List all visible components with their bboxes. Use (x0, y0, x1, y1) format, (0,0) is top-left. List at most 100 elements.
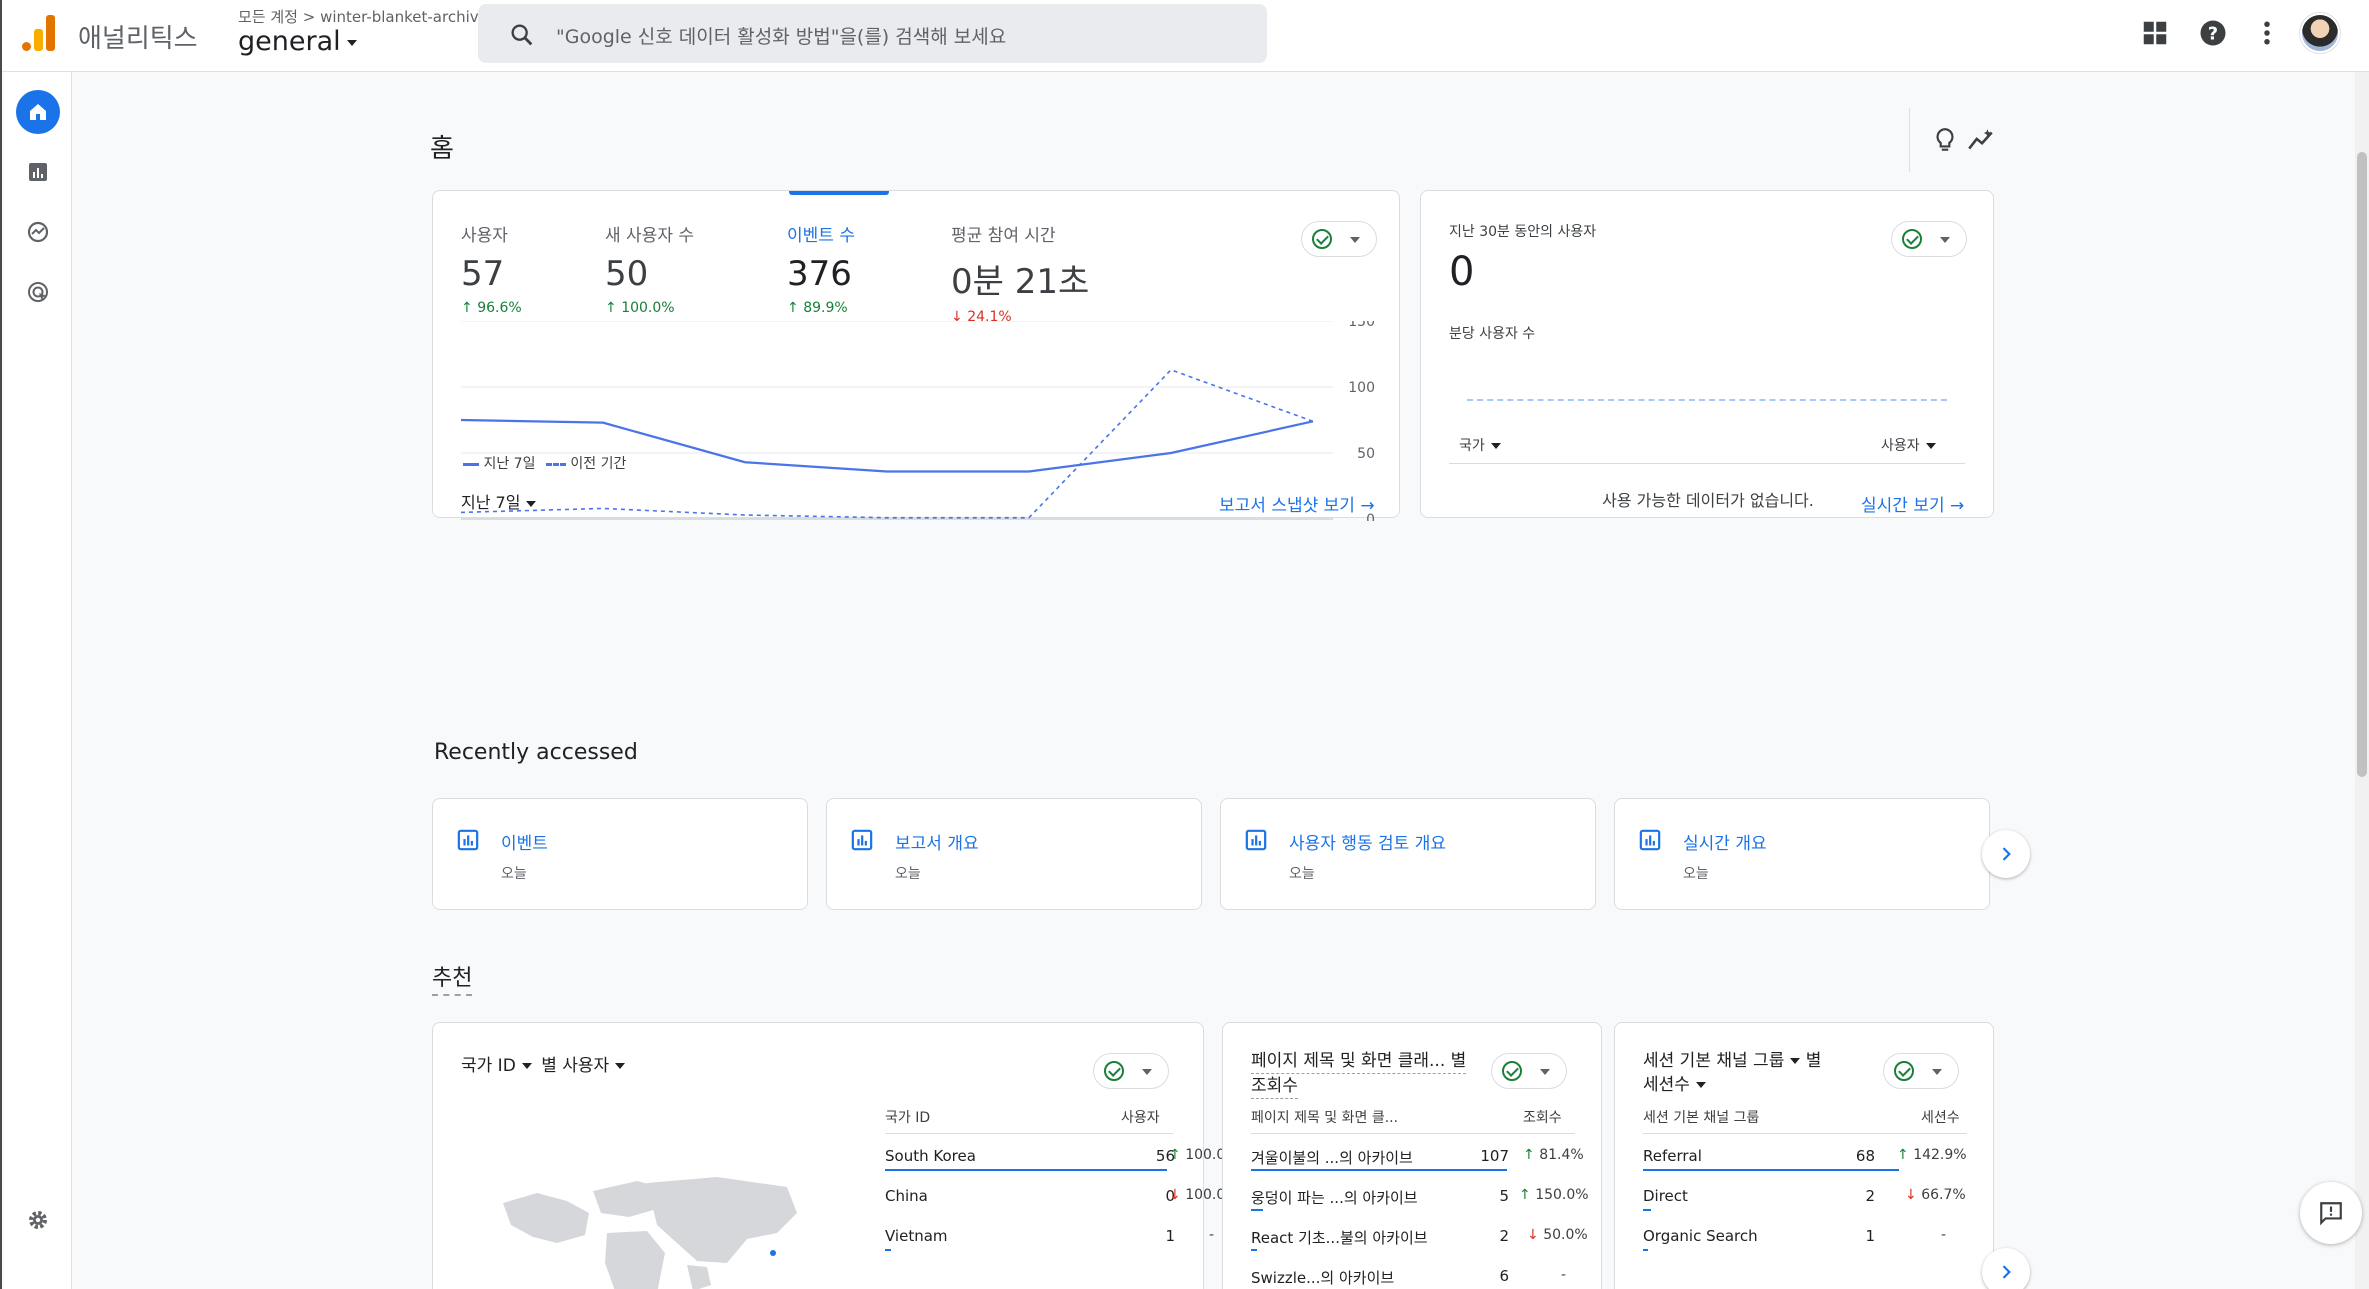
chevron-down-icon (1350, 237, 1360, 243)
nav-advertising[interactable] (16, 270, 60, 314)
overview-card: 사용자 57 ↑ 96.6% 새 사용자 수 50 ↑ 100.0% 이벤트 수… (432, 190, 1400, 521)
y-tick-label: 50 (1357, 446, 1375, 462)
country-insight-button[interactable] (1093, 1053, 1169, 1089)
row-value: 1 (1865, 1227, 1875, 1245)
report-icon (1245, 829, 1267, 851)
table-row[interactable]: React 기초...불의 아카이브 (1251, 1227, 1428, 1248)
apps-grid-icon[interactable] (2140, 18, 2170, 48)
avatar[interactable] (2300, 13, 2340, 53)
row-change: ↑ 142.9% (1897, 1147, 1967, 1163)
svg-text:?: ? (2208, 24, 2218, 44)
row-value: 1 (1165, 1227, 1175, 1245)
more-vert-icon[interactable] (2252, 18, 2282, 48)
table-row[interactable]: Vietnam (885, 1227, 948, 1245)
main-content: 홈 사용자 57 ↑ 96.6% 새 사용자 수 50 ↑ 100.0% 이벤트… (72, 72, 2357, 1289)
metric-value: 57 (461, 254, 505, 294)
realtime-link-label: 실시간 보기 (1861, 496, 1945, 516)
scroll-thumb[interactable] (2357, 152, 2367, 777)
app-frame: 애널리틱스 모든 계정 > winter-blanket-archive gen… (0, 0, 2369, 1289)
recent-next-button[interactable] (1982, 830, 2030, 878)
metric-change: ↑ 89.9% (787, 300, 848, 316)
report-icon (851, 829, 873, 851)
nav-reports[interactable] (16, 150, 60, 194)
metric-change: ↑ 100.0% (605, 300, 675, 316)
row-change: ↓ 50.0% (1527, 1227, 1588, 1243)
metric-label: 평균 참여 시간 (951, 226, 1056, 246)
table-row[interactable]: China (885, 1187, 928, 1205)
realtime-insight-button[interactable] (1891, 221, 1967, 257)
channel-insight-button[interactable] (1883, 1053, 1959, 1089)
left-nav (4, 72, 72, 1289)
chevron-down-icon (1790, 1058, 1801, 1064)
scrollbar[interactable] (2355, 72, 2369, 1289)
row-value: 2 (1499, 1227, 1509, 1245)
explore-icon (27, 221, 49, 243)
row-value: 2 (1865, 1187, 1875, 1205)
card-title[interactable]: 페이지 제목 및 화면 클래... 별 조회수 (1251, 1049, 1467, 1099)
per-minute-label: 분당 사용자 수 (1449, 326, 1536, 342)
nav-explore[interactable] (16, 210, 60, 254)
report-icon (1639, 829, 1661, 851)
search-icon (511, 24, 533, 46)
top-bar: 애널리틱스 모든 계정 > winter-blanket-archive gen… (2, 0, 2369, 72)
card-title-suffix: 별 (1805, 1051, 1822, 1071)
search-bar[interactable]: "Google 신호 데이터 활성화 방법"을(를) 검색해 보세요 (478, 4, 1267, 63)
nav-admin[interactable] (16, 1198, 60, 1242)
date-range-selector[interactable]: 지난 7일 (461, 489, 537, 513)
insight-menu-button[interactable] (1301, 221, 1377, 257)
row-bar (1643, 1209, 1651, 1211)
recent-item-time: 오늘 (1683, 866, 1709, 882)
table-row[interactable]: Swizzle...의 아카이브 (1251, 1267, 1394, 1288)
account-selector[interactable]: general (238, 26, 357, 57)
recent-item-user-behavior[interactable]: 사용자 행동 검토 개요 오늘 (1220, 798, 1596, 910)
breadcrumb[interactable]: 모든 계정 > winter-blanket-archive (238, 6, 488, 27)
table-row[interactable]: South Korea (885, 1147, 976, 1165)
metric-users[interactable]: 사용자 57 ↑ 96.6% (461, 221, 522, 316)
dimension-selector[interactable]: 국가 ID (461, 1056, 532, 1076)
users-column-header[interactable]: 사용자 (1881, 435, 1936, 455)
recent-item-reports-overview[interactable]: 보고서 개요 오늘 (826, 798, 1202, 910)
table-row[interactable]: Organic Search (1643, 1227, 1758, 1245)
legend-previous-label: 이전 기간 (570, 456, 627, 472)
row-change: ↓ 66.7% (1905, 1187, 1966, 1203)
metric-avg-engagement[interactable]: 평균 참여 시간 0분 21초 ↓ 24.1% (951, 221, 1089, 325)
row-bar (885, 1169, 1167, 1171)
help-icon[interactable]: ? (2198, 18, 2228, 48)
feedback-icon (2320, 1202, 2342, 1226)
feedback-button[interactable] (2300, 1182, 2362, 1244)
lightbulb-icon[interactable] (1932, 126, 1958, 154)
metric-event-count[interactable]: 이벤트 수 376 ↑ 89.9% (787, 221, 855, 316)
analytics-logo-icon[interactable] (22, 15, 56, 51)
recent-item-time: 오늘 (895, 866, 921, 882)
metric-selector[interactable]: 별 사용자 (541, 1056, 626, 1076)
check-circle-icon (1312, 229, 1332, 249)
nav-home[interactable] (16, 90, 60, 134)
metric-value: 0분 21초 (951, 262, 1090, 302)
report-snapshot-link[interactable]: 보고서 스냅샷 보기 → (1219, 491, 1375, 516)
row-bar (885, 1249, 891, 1251)
chevron-down-icon (615, 1063, 626, 1069)
row-name: 웅덩이 파는 ...의 아카이브 (1251, 1189, 1418, 1207)
card-title[interactable]: 세션 기본 채널 그룹 별 세션수 (1643, 1049, 1821, 1097)
check-circle-icon (1894, 1061, 1914, 1081)
realtime-link[interactable]: 실시간 보기 → (1861, 491, 1964, 516)
country-column-header[interactable]: 국가 (1459, 435, 1501, 455)
page-insight-button[interactable] (1491, 1053, 1567, 1089)
recent-item-events[interactable]: 이벤트 오늘 (432, 798, 808, 910)
row-name: Organic Search (1643, 1227, 1758, 1245)
table-header-metric: 세션수 (1921, 1110, 1960, 1126)
metric-label: 새 사용자 수 (605, 226, 695, 246)
insights-icon[interactable] (1966, 126, 1996, 154)
table-row[interactable]: Direct (1643, 1187, 1688, 1205)
arrow-right-icon: → (1950, 496, 1965, 516)
search-input[interactable]: "Google 신호 데이터 활성화 방법"을(를) 검색해 보세요 (556, 22, 1006, 49)
metric-label: 이벤트 수 (787, 226, 855, 246)
table-row[interactable]: 웅덩이 파는 ...의 아카이브 (1251, 1187, 1418, 1208)
table-row[interactable]: Referral (1643, 1147, 1702, 1165)
table-row[interactable]: 겨울이불의 ...의 아카이브 (1251, 1147, 1413, 1168)
row-bar (1251, 1169, 1507, 1171)
recent-item-realtime-overview[interactable]: 실시간 개요 오늘 (1614, 798, 1990, 910)
recommend-next-button[interactable] (1982, 1248, 2030, 1289)
metric-new-users[interactable]: 새 사용자 수 50 ↑ 100.0% (605, 221, 694, 316)
row-value: 6 (1499, 1267, 1509, 1285)
